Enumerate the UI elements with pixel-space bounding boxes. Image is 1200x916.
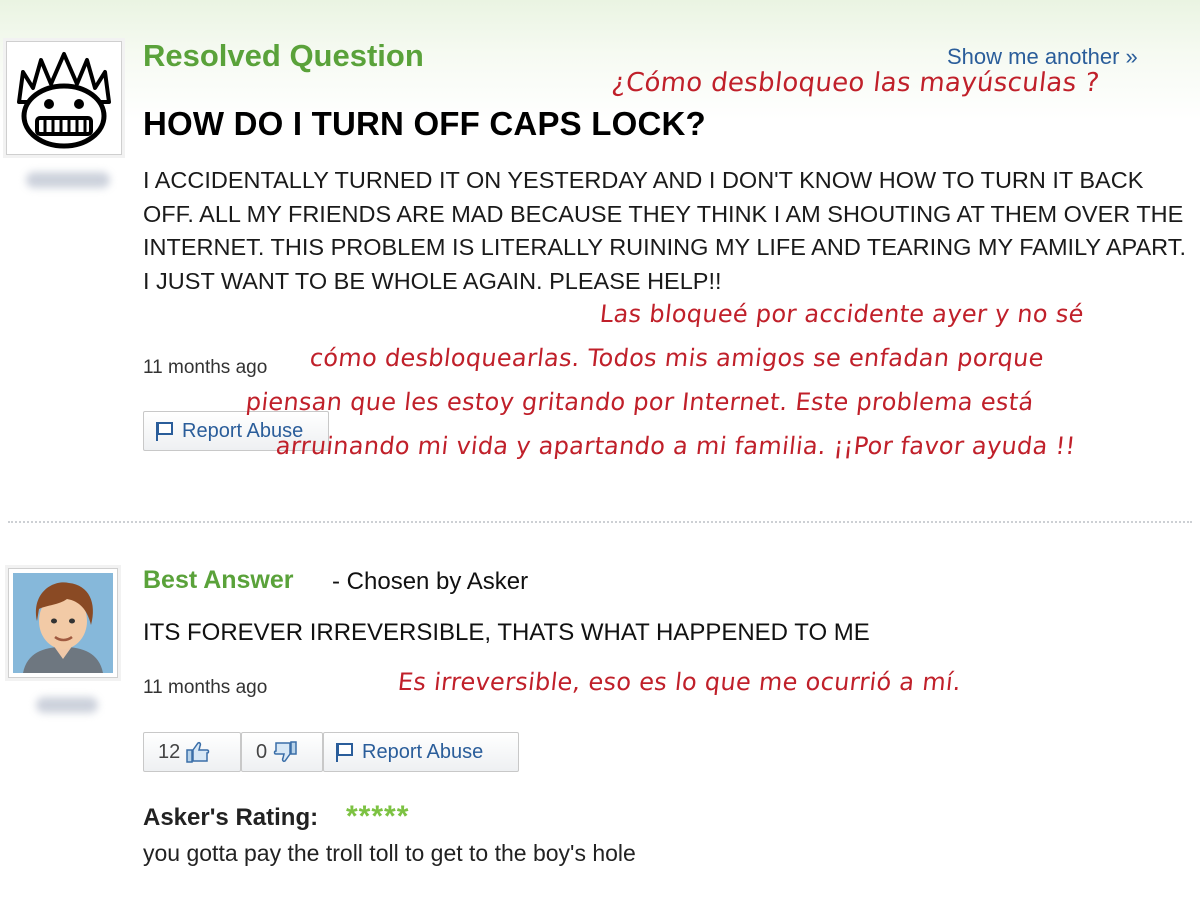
askers-rating-label: Asker's Rating: xyxy=(143,804,319,831)
cartoon-boy-avatar-icon xyxy=(13,573,113,673)
answer-report-abuse-label: Report Abuse xyxy=(362,740,484,763)
rating-stars: ***** xyxy=(346,800,410,833)
annotation-answer-translation: Es irreversible, eso es lo que me ocurri… xyxy=(396,668,963,696)
answer-report-abuse-button[interactable]: Report Abuse xyxy=(323,732,519,772)
flag-icon xyxy=(156,422,173,441)
annotation-body-line-4: arruinando mi vida y apartando a mi fami… xyxy=(274,432,1077,460)
answerer-avatar[interactable] xyxy=(8,568,118,678)
section-divider xyxy=(8,521,1192,523)
asker-name-blurred[interactable] xyxy=(26,172,110,188)
thumbs-down-count: 0 xyxy=(256,740,268,763)
question-body: I ACCIDENTALLY TURNED IT ON YESTERDAY AN… xyxy=(143,167,1186,294)
rating-comment: you gotta pay the troll toll to get to t… xyxy=(143,840,636,866)
annotation-title-translation: ¿Cómo desbloqueo las mayúsculas ? xyxy=(610,68,1101,98)
ween-face-icon xyxy=(17,52,111,149)
question-timestamp: 11 months ago xyxy=(143,357,268,378)
asker-avatar[interactable] xyxy=(6,41,122,155)
resolved-question-label: Resolved Question xyxy=(143,38,424,73)
annotation-body-line-1: Las bloqueé por accidente ayer y no sé xyxy=(598,300,1086,328)
chosen-by-asker-text: - Chosen by Asker xyxy=(332,568,529,595)
thumbs-up-count: 12 xyxy=(158,740,181,763)
best-answer-label: Best Answer xyxy=(143,566,294,594)
answerer-name-blurred[interactable] xyxy=(36,697,98,713)
thumbs-down-icon xyxy=(273,741,297,762)
thumbs-down-button[interactable]: 0 xyxy=(241,732,323,772)
thumbs-up-button[interactable]: 12 xyxy=(143,732,241,772)
thumbs-up-icon xyxy=(186,742,210,763)
flag-icon xyxy=(336,743,353,762)
show-me-another-link[interactable]: Show me another » xyxy=(947,44,1138,70)
answer-timestamp: 11 months ago xyxy=(143,677,268,698)
annotation-body-line-3: piensan que les estoy gritando por Inter… xyxy=(244,388,1036,416)
annotation-body-line-2: cómo desbloquearlas. Todos mis amigos se… xyxy=(308,344,1046,372)
question-title: HOW DO I TURN OFF CAPS LOCK? xyxy=(143,105,706,142)
answer-body: ITS FOREVER IRREVERSIBLE, THATS WHAT HAP… xyxy=(143,619,870,646)
